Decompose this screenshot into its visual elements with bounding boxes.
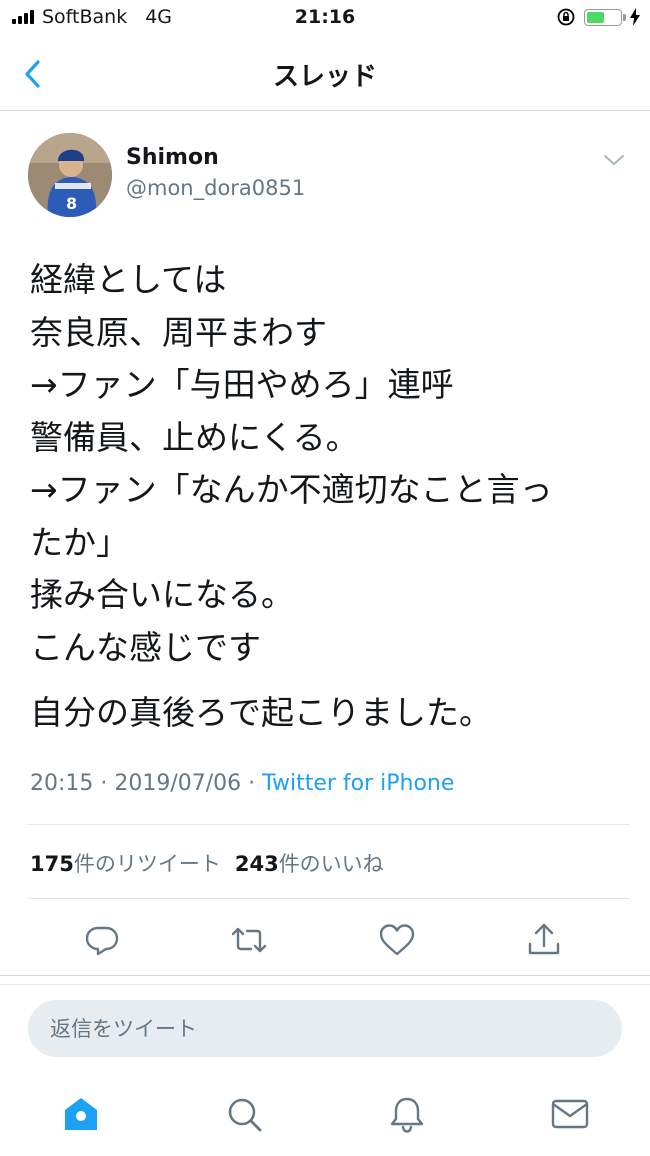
likes-label: 件のいいね xyxy=(278,852,384,876)
nav-bar: スレッド xyxy=(0,36,650,111)
tweet-text-line: たか」 xyxy=(30,522,129,562)
reply-box[interactable] xyxy=(28,1000,622,1057)
tab-messages[interactable] xyxy=(548,1092,592,1136)
tweet-menu-button[interactable] xyxy=(600,150,628,170)
tweet-source-link[interactable]: Twitter for iPhone xyxy=(262,771,454,796)
battery-icon xyxy=(584,8,626,26)
reply-button[interactable] xyxy=(82,920,122,960)
like-button[interactable] xyxy=(377,920,417,960)
tab-notifications[interactable] xyxy=(385,1092,429,1136)
retweets-count: 175 xyxy=(30,852,74,876)
status-time: 21:16 xyxy=(294,6,356,28)
tweet-text-line: 奈良原、周平まわす xyxy=(30,312,327,352)
tweet-text-line: 揉み合いになる。 xyxy=(30,575,294,614)
tweet-timestamp[interactable]: 20:15 · 2019/07/06 xyxy=(30,771,241,796)
messages-icon xyxy=(551,1099,589,1129)
reply-input[interactable] xyxy=(28,1000,590,1057)
divider xyxy=(0,975,650,976)
tweet-text: 経緯としては 奈良原、周平まわす →ファン「与田やめろ」連呼 警備員、止めにくる… xyxy=(30,254,630,740)
retweet-icon xyxy=(231,927,267,953)
tweet-meta: 20:15 · 2019/07/06 · Twitter for iPhone xyxy=(30,771,454,796)
like-icon xyxy=(379,924,415,956)
home-icon xyxy=(65,1098,97,1130)
share-icon xyxy=(528,923,560,955)
retweet-button[interactable] xyxy=(229,920,269,960)
share-button[interactable] xyxy=(524,920,564,960)
charging-icon xyxy=(630,8,640,26)
battery-fill xyxy=(587,11,604,23)
status-bar: SoftBank 4G 21:16 xyxy=(0,0,650,36)
orientation-lock-icon xyxy=(557,8,575,26)
svg-text:8: 8 xyxy=(66,194,77,213)
tweet-text-line: 経緯としては xyxy=(30,260,227,299)
tweet-stats: 175件のリツイート 243件のいいね xyxy=(30,848,398,878)
divider xyxy=(0,984,650,985)
tab-search[interactable] xyxy=(222,1092,266,1136)
likes-count: 243 xyxy=(234,852,279,876)
tweet-text-line: →ファン「与田やめろ」連呼 xyxy=(30,365,454,404)
avatar-image: 8 xyxy=(28,133,112,217)
tweet-text-second-paragraph: 自分の真後ろで起こりました。 xyxy=(30,693,492,732)
author-name[interactable]: Shimon xyxy=(126,145,219,170)
status-right xyxy=(556,7,640,27)
notifications-icon xyxy=(390,1097,424,1133)
reply-icon xyxy=(85,926,119,956)
search-icon xyxy=(228,1098,262,1132)
tab-home[interactable] xyxy=(59,1092,103,1136)
tweet-text-line: こんな感じです xyxy=(30,627,261,667)
divider xyxy=(28,824,630,825)
avatar[interactable]: 8 xyxy=(28,133,112,217)
likes-stat[interactable]: 243件のいいね xyxy=(235,852,384,876)
retweets-stat[interactable]: 175件のリツイート xyxy=(30,852,221,876)
page-title: スレッド xyxy=(272,62,377,92)
chevron-down-icon xyxy=(604,155,624,165)
tweet-text-line: 警備員、止めにくる。 xyxy=(30,417,359,457)
meta-separator: · xyxy=(241,771,263,796)
retweets-label: 件のリツイート xyxy=(73,852,221,876)
tweet-text-line: →ファン「なんか不適切なこと言っ xyxy=(30,470,553,509)
divider xyxy=(28,898,630,899)
author-handle[interactable]: @mon_dora0851 xyxy=(126,176,305,200)
